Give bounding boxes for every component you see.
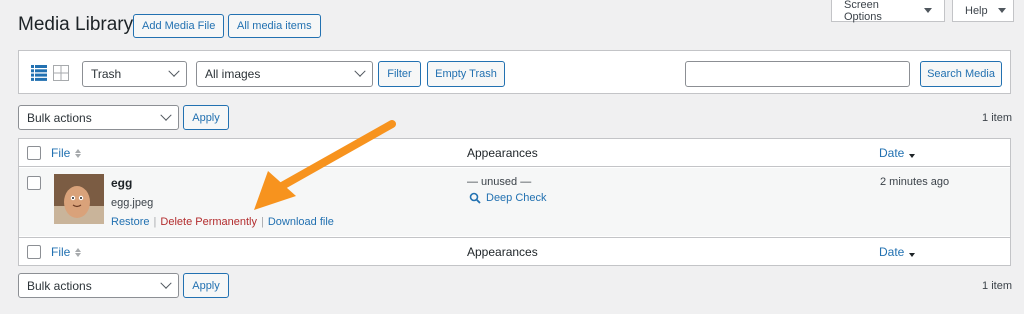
table-row: egg egg.jpeg Restore | Delete Permanently |… <box>19 168 1010 236</box>
filter-button[interactable]: Filter <box>378 61 421 87</box>
apply-button-top[interactable]: Apply <box>183 105 229 130</box>
row-actions: Restore | Delete Permanently | Download file <box>111 216 334 228</box>
date-column-header[interactable]: Date <box>879 146 916 160</box>
add-media-file-button[interactable]: Add Media File <box>133 14 225 38</box>
file-column-label: File <box>51 245 71 259</box>
help-tab[interactable]: Help <box>952 0 1014 22</box>
chevron-down-icon <box>160 277 172 289</box>
sort-icon <box>75 247 82 257</box>
search-icon <box>469 192 481 204</box>
sort-icon <box>909 149 916 158</box>
sort-icon <box>75 148 82 158</box>
media-type-select[interactable]: All images <box>196 61 373 87</box>
page-title: Media Library <box>18 14 134 35</box>
appearances-column-label: Appearances <box>467 245 538 259</box>
apply-button-bottom[interactable]: Apply <box>183 273 229 298</box>
status-select[interactable]: Trash <box>82 61 187 87</box>
chevron-down-icon <box>997 8 1006 13</box>
media-table: File Appearances Date egg egg.jpeg Resto… <box>18 138 1011 266</box>
bulk-actions-select-bottom[interactable]: Bulk actions <box>18 273 179 298</box>
chevron-down-icon <box>924 8 932 13</box>
screen-options-label: Screen Options <box>844 0 882 23</box>
help-label: Help <box>965 4 988 17</box>
date-column-label: Date <box>879 245 905 259</box>
appearances-column-label: Appearances <box>467 146 538 160</box>
chevron-down-icon <box>354 65 366 77</box>
empty-trash-button[interactable]: Empty Trash <box>427 61 505 87</box>
table-header: File Appearances Date <box>19 139 1010 167</box>
date-column-label: Date <box>879 146 905 160</box>
row-checkbox[interactable] <box>27 176 41 190</box>
table-footer: File Appearances Date <box>19 237 1010 265</box>
select-all-checkbox-footer[interactable] <box>27 245 41 259</box>
bulk-actions-label: Bulk actions <box>27 110 92 125</box>
select-all-checkbox[interactable] <box>27 146 41 160</box>
media-toolbar: Trash All images Filter Empty Trash Sear… <box>18 50 1011 94</box>
bulk-actions-select-top[interactable]: Bulk actions <box>18 105 179 130</box>
delete-permanently-link[interactable]: Delete Permanently <box>160 216 257 228</box>
search-input[interactable] <box>685 61 910 87</box>
media-title-link[interactable]: egg <box>111 176 132 190</box>
date-value: 2 minutes ago <box>880 176 950 188</box>
file-column-label: File <box>51 146 71 160</box>
status-select-value: Trash <box>91 67 122 81</box>
media-type-select-value: All images <box>205 67 261 81</box>
chevron-down-icon <box>160 109 172 121</box>
file-column-footer[interactable]: File <box>51 245 82 259</box>
deep-check-link[interactable]: Deep Check <box>469 192 547 204</box>
date-column-footer[interactable]: Date <box>879 245 916 259</box>
deep-check-label: Deep Check <box>486 192 547 204</box>
sort-icon <box>909 248 916 257</box>
list-view-icon[interactable] <box>31 65 47 81</box>
file-column-header[interactable]: File <box>51 146 82 160</box>
screen-options-tab[interactable]: Screen Options <box>831 0 945 23</box>
search-media-button[interactable]: Search Media <box>920 61 1002 87</box>
item-count-top: 1 item <box>982 112 1012 124</box>
media-title: egg <box>111 176 133 190</box>
item-count-bottom: 1 item <box>982 280 1012 292</box>
grid-view-icon[interactable] <box>53 65 69 81</box>
appearances-value: — unused — <box>467 176 532 188</box>
all-media-items-button[interactable]: All media items <box>228 14 321 38</box>
download-file-link[interactable]: Download file <box>268 216 334 228</box>
chevron-down-icon <box>168 65 180 77</box>
bulk-actions-label: Bulk actions <box>27 278 92 293</box>
restore-link[interactable]: Restore <box>111 216 150 228</box>
thumbnail-image[interactable] <box>54 174 104 224</box>
media-filename: egg.jpeg <box>111 197 154 209</box>
